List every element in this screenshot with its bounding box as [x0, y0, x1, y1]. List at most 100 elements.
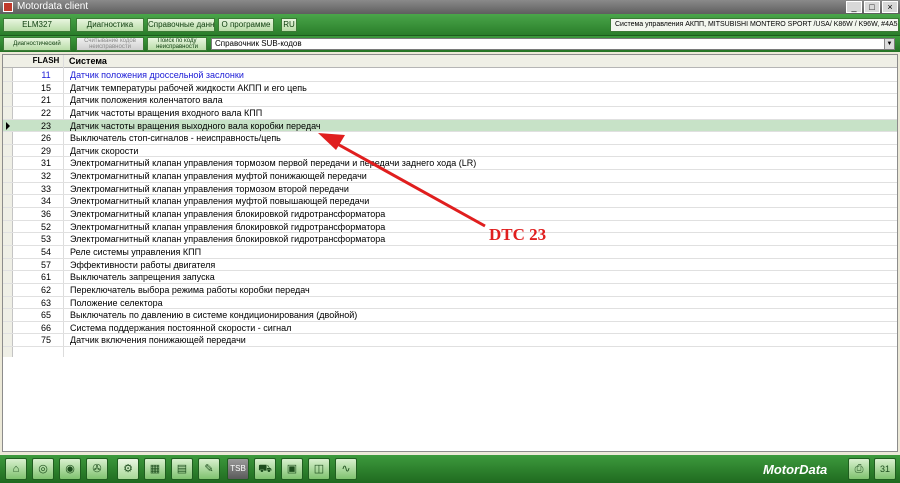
globe-icon[interactable]: ◎: [32, 458, 54, 480]
table-body: 11 Датчик положения дроссельной заслонки 1…: [3, 69, 897, 348]
table-row[interactable]: 65 Выключатель по давлению в системе конд…: [3, 309, 897, 322]
system-description-cell: Датчик положения коленчатого вала: [70, 95, 223, 106]
table-row[interactable]: 61 Выключатель запрещения запуска: [3, 271, 897, 284]
table-row[interactable]: 53 Электромагнитный клапан управления бло…: [3, 233, 897, 246]
signal-icon[interactable]: ∿: [335, 458, 357, 480]
flash-code-cell: 54: [40, 246, 51, 257]
flash-code-cell: 21: [40, 95, 51, 106]
table-row[interactable]: 62 Переключатель выбора режима работы кор…: [3, 284, 897, 297]
table-row[interactable]: 33 Электромагнитный клапан управления тор…: [3, 183, 897, 196]
table-row[interactable]: 57 Эффективности работы двигателя: [3, 259, 897, 272]
table-row[interactable]: 31 Электромагнитный клапан управления тор…: [3, 157, 897, 171]
system-description-cell: Электромагнитный клапан управления муфто…: [70, 171, 367, 182]
system-description-cell: Датчик включения понижающей передачи: [70, 335, 246, 346]
app-icon: [3, 2, 13, 12]
language-button[interactable]: RU: [281, 18, 297, 32]
flash-code-cell: 22: [40, 107, 51, 118]
maximize-button[interactable]: □: [864, 1, 880, 13]
current-row-marker-icon: [6, 121, 10, 130]
home-icon[interactable]: ⌂: [5, 458, 27, 480]
table-row[interactable]: 11 Датчик положения дроссельной заслонки: [3, 69, 897, 82]
system-info: Система управления АКПП, MITSUBISHI MONT…: [610, 18, 899, 32]
table-row[interactable]: 26 Выключатель стоп-сигналов - неисправно…: [3, 132, 897, 145]
dashboard-icon[interactable]: ◫: [308, 458, 330, 480]
dtc-table: FLASH Система 11 Датчик положения дроссел…: [2, 54, 898, 452]
table-row[interactable]: 21 Датчик положения коленчатого вала: [3, 94, 897, 107]
table-row[interactable]: 23 Датчик частоты вращения выходного вала…: [3, 119, 897, 133]
table-row[interactable]: 63 Положение селектора: [3, 297, 897, 310]
flash-code-cell: 34: [40, 196, 51, 207]
dtc-annotation-label: DTC 23: [489, 225, 547, 244]
elm327-button[interactable]: ELM327: [3, 18, 71, 32]
disc-icon[interactable]: ◉: [59, 458, 81, 480]
system-description-cell: Датчик температуры рабочей жидкости АКПП…: [70, 82, 307, 93]
flash-code-cell: 66: [40, 322, 51, 333]
reference-data-button[interactable]: Справочные данные: [147, 18, 215, 32]
table-row[interactable]: 29 Датчик скорости: [3, 145, 897, 158]
sub-code-select[interactable]: Справочник SUB-кодов ▼: [211, 38, 895, 50]
column-header-system[interactable]: Система: [69, 56, 107, 66]
system-description-cell: Положение селектора: [70, 297, 163, 308]
flash-code-cell: 75: [40, 335, 51, 346]
system-description-cell: Выключатель запрещения запуска: [70, 272, 215, 283]
system-description-cell: Электромагнитный клапан управления блоки…: [70, 234, 386, 245]
system-description-cell: Эффективности работы двигателя: [70, 259, 216, 270]
system-description-cell: Выключатель стоп-сигналов - неисправност…: [70, 133, 281, 144]
system-description-cell: Датчик частоты вращения входного вала КП…: [70, 107, 263, 118]
calendar-icon[interactable]: 31: [874, 458, 896, 480]
table-row[interactable]: 32 Электромагнитный клапан управления муф…: [3, 170, 897, 183]
system-description-cell: Переключатель выбора режима работы короб…: [70, 284, 310, 295]
system-description-cell: Датчик частоты вращения выходного вала к…: [70, 120, 321, 131]
system-description-cell: Реле системы управления КПП: [70, 246, 202, 257]
window-title: Motordata client: [17, 1, 89, 12]
system-description-cell: Электромагнитный клапан управления блоки…: [70, 209, 386, 220]
table-row[interactable]: 22 Датчик частоты вращения входного вала …: [3, 107, 897, 120]
table-row[interactable]: 54 Реле системы управления КПП: [3, 246, 897, 259]
car-icon[interactable]: ⛟: [254, 458, 276, 480]
chevron-down-icon[interactable]: ▼: [884, 39, 894, 49]
flash-code-cell: 52: [40, 221, 51, 232]
flash-code-cell: 23: [40, 120, 51, 131]
system-description-cell: Электромагнитный клапан управления тормо…: [70, 158, 477, 169]
wheel-icon[interactable]: ✇: [86, 458, 108, 480]
table-row[interactable]: 15 Датчик температуры рабочей жидкости АК…: [3, 82, 897, 95]
system-description-cell: Датчик положения дроссельной заслонки: [70, 70, 244, 80]
printer-icon[interactable]: ⎙: [848, 458, 870, 480]
system-description-cell: Электромагнитный клапан управления тормо…: [70, 183, 349, 194]
table-row[interactable]: 34 Электромагнитный клапан управления муф…: [3, 195, 897, 209]
close-button[interactable]: ×: [882, 1, 898, 13]
flash-code-cell: 11: [41, 70, 51, 80]
edit-icon[interactable]: ✎: [198, 458, 220, 480]
about-button[interactable]: О программе: [218, 18, 274, 32]
tsb-icon[interactable]: TSB: [227, 458, 249, 480]
flash-code-cell: 33: [40, 183, 51, 194]
system-description-cell: Датчик скорости: [70, 145, 139, 156]
column-header-flash[interactable]: FLASH: [31, 56, 61, 65]
minimize-button[interactable]: _: [846, 1, 862, 13]
flash-code-cell: 65: [40, 310, 51, 321]
brand-logo: MotorData: [763, 462, 828, 477]
system-description-cell: Выключатель по давлению в системе кондиц…: [70, 310, 358, 321]
title-bar: Motordata client _ □ ×: [0, 0, 900, 14]
system-description-cell: Система поддержания постоянной скорости …: [70, 322, 292, 333]
flash-code-cell: 57: [40, 259, 51, 270]
diagnostics-button[interactable]: Диагностика: [76, 18, 144, 32]
table-row[interactable]: 75 Датчик включения понижающей передачи: [3, 334, 897, 348]
table-row[interactable]: 52 Электромагнитный клапан управления бло…: [3, 221, 897, 234]
data-icon[interactable]: ▤: [171, 458, 193, 480]
read-codes-button[interactable]: Считывание кодов неисправности: [76, 37, 144, 51]
sub-toolbar: Диагностический разъём Считывание кодов …: [0, 36, 900, 52]
flash-code-cell: 31: [40, 158, 51, 169]
flash-code-cell: 36: [40, 209, 51, 220]
chart-icon[interactable]: ▦: [144, 458, 166, 480]
print-icon[interactable]: ▣: [281, 458, 303, 480]
system-description-cell: Электромагнитный клапан управления муфто…: [70, 196, 370, 207]
engine-icon[interactable]: ⚙: [117, 458, 139, 480]
diagnostic-connector-button[interactable]: Диагностический разъём: [3, 37, 71, 51]
sub-code-select-value: Справочник SUB-кодов: [215, 39, 302, 48]
flash-code-cell: 26: [40, 133, 51, 144]
search-by-code-button[interactable]: Поиск по коду неисправности: [147, 37, 207, 51]
table-row[interactable]: 66 Система поддержания постоянной скорост…: [3, 322, 897, 335]
table-row[interactable]: 36 Электромагнитный клапан управления бло…: [3, 208, 897, 221]
main-toolbar: ELM327 Диагностика Справочные данные О п…: [0, 14, 900, 36]
